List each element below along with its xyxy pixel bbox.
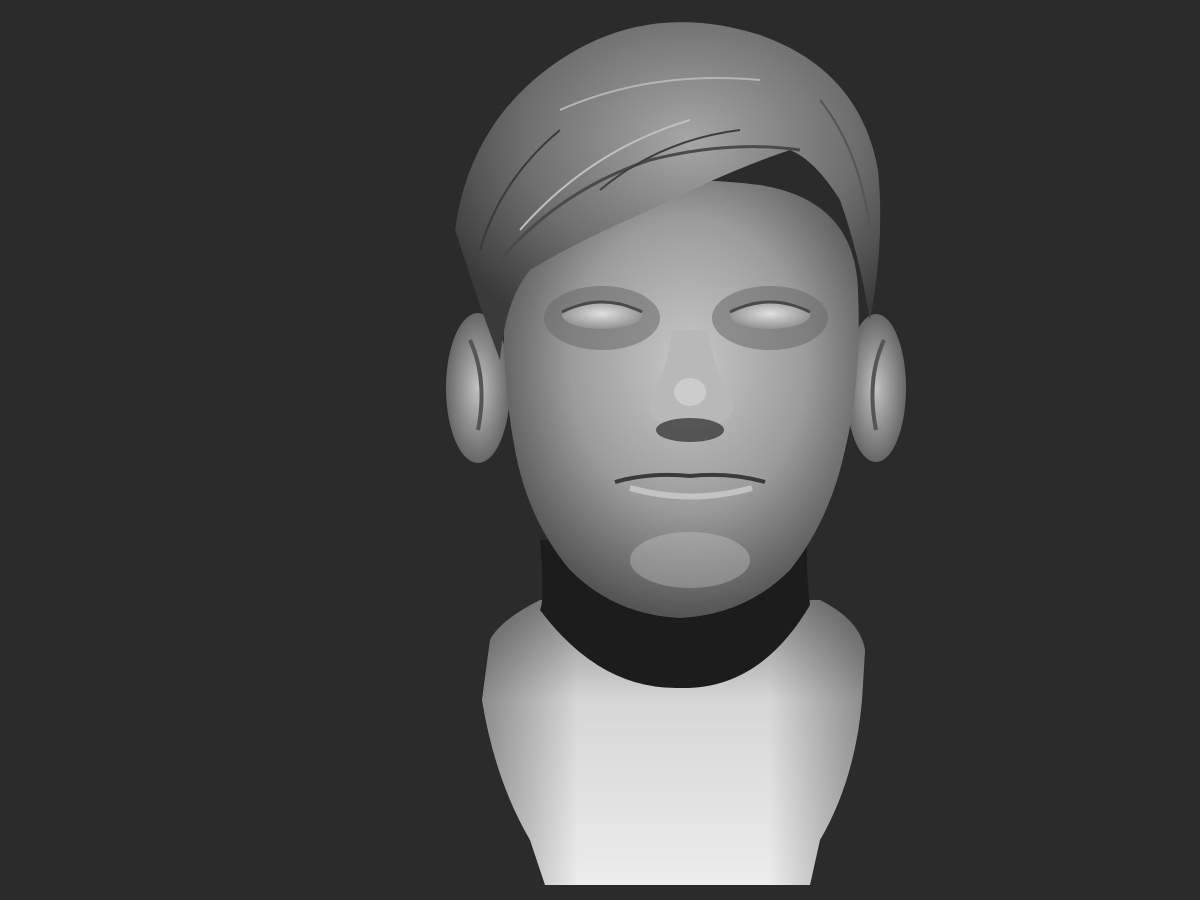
head-bust-render: [446, 22, 906, 885]
right-eye: [730, 301, 810, 329]
left-eye: [562, 301, 642, 329]
sculpt-viewport: [0, 0, 1200, 900]
